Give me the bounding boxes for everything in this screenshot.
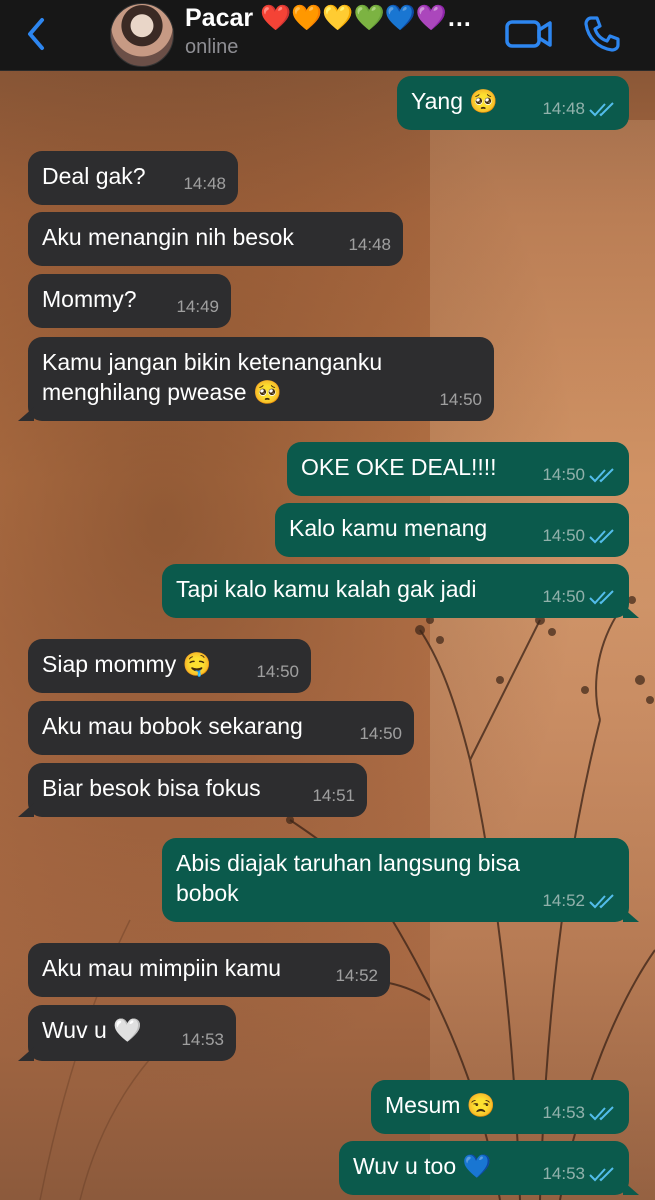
double-check-icon: [589, 590, 614, 605]
double-check-icon: [589, 102, 614, 117]
message-time: 14:53: [542, 1103, 585, 1122]
message-bubble-incoming[interactable]: Deal gak? 14:48: [28, 151, 238, 205]
message-bubble-outgoing[interactable]: Wuv u too 💙 14:53: [339, 1141, 639, 1195]
message-time: 14:50: [542, 587, 585, 606]
message-text: Kamu jangan bikin ketenanganku menghilan…: [42, 349, 383, 405]
contact-status: online: [185, 36, 239, 58]
message-time: 14:48: [183, 174, 226, 193]
message-bubble-outgoing[interactable]: OKE OKE DEAL!!!! 14:50: [287, 442, 629, 496]
message-bubble-outgoing[interactable]: Mesum 😒 14:53: [371, 1080, 629, 1134]
phone-icon[interactable]: [582, 14, 622, 54]
message-text: Biar besok bisa fokus: [42, 775, 261, 801]
message-time: 14:53: [542, 1164, 585, 1183]
double-check-icon: [589, 529, 614, 544]
video-camera-icon[interactable]: [505, 16, 553, 52]
double-check-icon: [589, 1167, 614, 1182]
message-time: 14:52: [542, 891, 585, 910]
message-time: 14:50: [256, 662, 299, 681]
message-bubble-incoming[interactable]: Aku mau mimpiin kamu 14:52: [28, 943, 390, 997]
message-time: 14:50: [439, 390, 482, 409]
avatar[interactable]: [110, 3, 174, 67]
chevron-left-icon[interactable]: [22, 14, 52, 54]
double-check-icon: [589, 1106, 614, 1121]
message-bubble-outgoing[interactable]: Kalo kamu menang 14:50: [275, 503, 629, 557]
message-time: 14:50: [542, 526, 585, 545]
message-text: Aku mau bobok sekarang: [42, 713, 303, 739]
message-text: Aku mau mimpiin kamu: [42, 955, 282, 981]
message-bubble-incoming[interactable]: Mommy? 14:49: [28, 274, 231, 328]
message-time: 14:48: [348, 235, 391, 254]
message-bubble-outgoing[interactable]: Tapi kalo kamu kalah gak jadi 14:50: [162, 564, 639, 618]
message-bubble-outgoing[interactable]: Abis diajak taruhan langsung bisa bobok …: [162, 838, 639, 922]
message-time: 14:48: [542, 99, 585, 118]
message-bubble-incoming[interactable]: Kamu jangan bikin ketenanganku menghilan…: [18, 337, 494, 421]
message-time: 14:52: [335, 966, 378, 985]
double-check-icon: [589, 468, 614, 483]
message-bubble-outgoing[interactable]: Yang 🥺 14:48: [397, 76, 629, 130]
contact-name[interactable]: Pacar ❤️🧡💛💚💙💜…: [185, 4, 472, 33]
message-time: 14:49: [176, 297, 219, 316]
message-time: 14:50: [359, 724, 402, 743]
message-text: Aku menangin nih besok: [42, 224, 294, 250]
message-bubble-incoming[interactable]: Siap mommy 🤤 14:50: [28, 639, 311, 693]
message-time: 14:50: [542, 465, 585, 484]
message-bubble-incoming[interactable]: Biar besok bisa fokus 14:51: [18, 763, 367, 817]
double-check-icon: [589, 894, 614, 909]
message-bubble-incoming[interactable]: Aku menangin nih besok 14:48: [28, 212, 403, 266]
message-bubble-incoming[interactable]: Wuv u 🤍 14:53: [18, 1005, 236, 1061]
message-time: 14:53: [181, 1030, 224, 1049]
message-time: 14:51: [312, 786, 355, 805]
message-bubble-incoming[interactable]: Aku mau bobok sekarang 14:50: [28, 701, 414, 755]
chat-header: Pacar ❤️🧡💛💚💙💜… online: [0, 0, 655, 71]
